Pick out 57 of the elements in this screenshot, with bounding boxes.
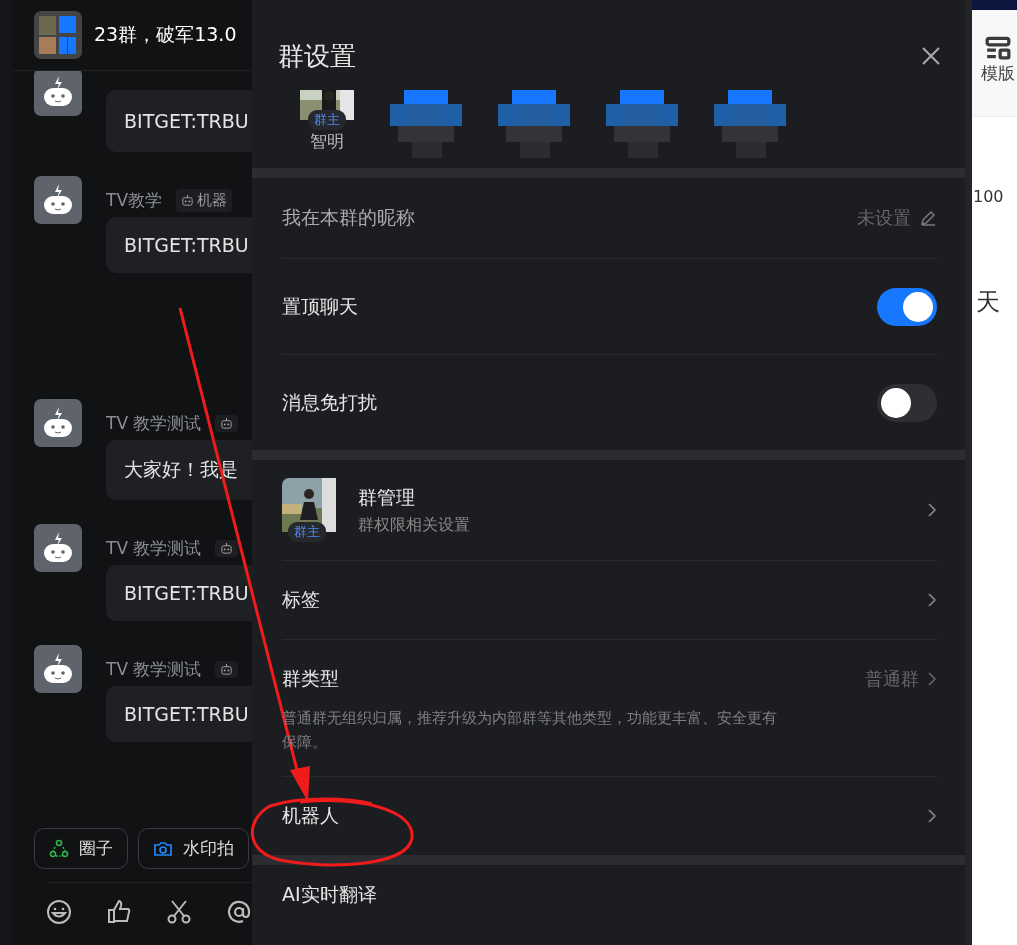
owner-badge: 群主	[308, 110, 346, 130]
robot-icon	[220, 662, 234, 676]
tag-label: 机器	[197, 190, 227, 210]
pixelated-member-drawing	[390, 90, 462, 160]
robot-avatar-icon	[34, 176, 82, 224]
robot-avatar-icon	[34, 645, 82, 693]
message-bubble: BITGET:TRBU	[106, 217, 252, 273]
chat-title: 23群，破军13.0	[94, 22, 237, 47]
owner-badge: 群主	[288, 522, 326, 542]
message-bubble: BITGET:TRBU	[106, 686, 252, 742]
robot-icon	[181, 193, 194, 207]
message-bubble: BITGET:TRBU	[106, 90, 252, 152]
shortcut-chip[interactable]: 圈子	[34, 828, 128, 869]
circle-group-icon	[49, 838, 69, 859]
panel-title: 群设置	[278, 39, 356, 73]
robot-avatar-icon	[34, 68, 82, 116]
thumbs-up-icon[interactable]	[106, 899, 132, 925]
top-bar	[972, 0, 1017, 10]
pencil-icon[interactable]	[919, 209, 937, 227]
setting-label: 群类型	[282, 666, 339, 691]
setting-subtitle: 群权限相关设置	[358, 514, 471, 536]
member-name: 智明	[310, 130, 344, 153]
message-bubble: BITGET:TRBU	[106, 565, 252, 621]
pixelated-member-drawing	[498, 90, 570, 160]
setting-label[interactable]: 标签	[282, 587, 320, 613]
chevron-right-icon[interactable]	[927, 502, 937, 518]
layout-icon[interactable]	[985, 36, 1011, 60]
tool-label[interactable]: 模版	[981, 62, 1015, 85]
sender-name: TV 教学测试	[106, 536, 202, 560]
setting-label[interactable]: 机器人	[282, 803, 339, 829]
setting-label: 消息免打扰	[282, 389, 377, 415]
setting-label: 群管理	[358, 484, 416, 510]
emoji-icon[interactable]	[46, 899, 72, 925]
robot-icon	[220, 541, 234, 555]
toggle-switch[interactable]	[877, 287, 937, 326]
sender-name: TV教学	[106, 188, 162, 212]
chevron-right-icon[interactable]	[927, 808, 937, 824]
setting-label: 我在本群的昵称	[282, 205, 415, 230]
chevron-right-icon[interactable]	[927, 671, 937, 687]
group-avatar-icon	[34, 11, 82, 59]
side-number: 100	[972, 187, 1005, 206]
robot-avatar-icon	[34, 524, 82, 572]
side-text: 天	[975, 287, 1001, 318]
setting-label[interactable]: AI实时翻译	[282, 882, 377, 908]
pixelated-member-drawing	[714, 90, 786, 160]
robot-icon	[220, 416, 234, 430]
sender-name: TV 教学测试	[106, 657, 202, 681]
shortcut-chip[interactable]: 水印拍	[138, 828, 249, 869]
robot-avatar-icon	[34, 399, 82, 447]
setting-label: 置顶聊天	[282, 293, 358, 319]
mention-icon[interactable]	[226, 899, 252, 925]
chevron-right-icon[interactable]	[927, 592, 937, 608]
scissors-icon[interactable]	[166, 899, 192, 925]
pixelated-member-drawing	[606, 90, 678, 160]
toggle-switch[interactable]	[877, 383, 937, 422]
sender-name: TV 教学测试	[106, 411, 202, 435]
close-icon[interactable]	[921, 46, 941, 66]
